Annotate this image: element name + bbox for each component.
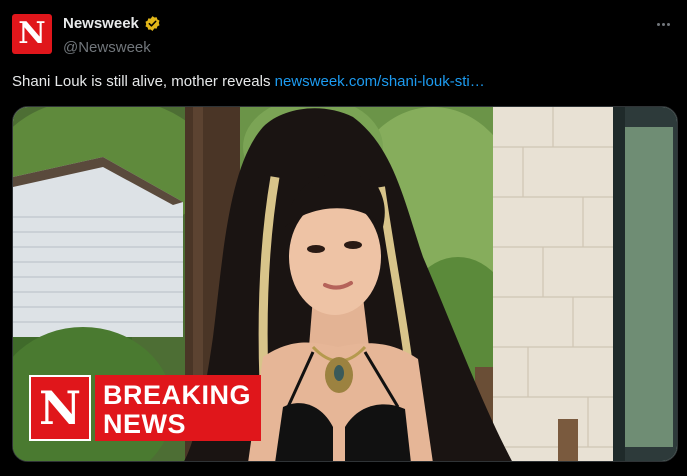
breaking-news-label: BREAKING NEWS <box>95 375 262 441</box>
avatar[interactable]: N <box>12 14 52 54</box>
badge-logo-letter: N <box>38 381 82 435</box>
tweet-media-image[interactable]: N BREAKING NEWS <box>12 106 678 462</box>
newsweek-logo: N <box>18 16 46 51</box>
newsweek-badge-logo: N <box>29 375 91 441</box>
badge-line-breaking: BREAKING <box>103 379 252 410</box>
author-name-row: Newsweek <box>63 15 161 32</box>
more-dot <box>666 22 670 26</box>
more-dot <box>661 22 665 26</box>
tweet-link[interactable]: newsweek.com/shani-louk-sti… <box>275 73 485 90</box>
tweet-text: Shani Louk is still alive, mother reveal… <box>12 73 485 90</box>
user-handle[interactable]: @Newsweek <box>63 39 151 56</box>
more-options-button[interactable] <box>651 12 675 36</box>
more-horizontal-icon <box>656 22 660 26</box>
breaking-news-badge: N BREAKING NEWS <box>29 375 262 441</box>
verified-badge-icon <box>145 16 160 31</box>
display-name[interactable]: Newsweek <box>63 15 139 32</box>
badge-line-news: NEWS <box>103 408 186 439</box>
tweet-body: Shani Louk is still alive, mother reveal… <box>12 73 271 90</box>
